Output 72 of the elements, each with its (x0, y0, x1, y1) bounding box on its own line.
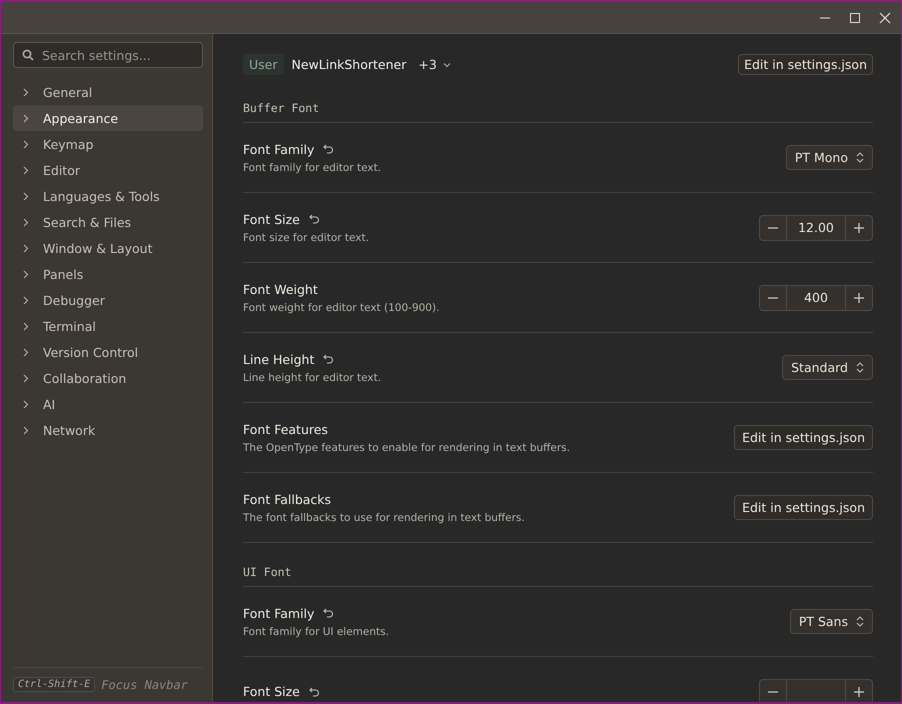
more-dropdown[interactable]: +3 (418, 57, 451, 72)
nav-item[interactable]: Version Control (13, 339, 203, 365)
chevron-right-icon (23, 426, 29, 434)
up-down-icon (856, 362, 864, 373)
maximize-icon[interactable] (849, 12, 861, 24)
chevron-right-icon (23, 374, 29, 382)
edit-json-button[interactable]: Edit in settings.json (734, 495, 873, 520)
nav-item[interactable]: Collaboration (13, 365, 203, 391)
setting-title: Line Height (243, 352, 314, 366)
edit-json-button[interactable]: Edit in settings.json (734, 425, 873, 450)
nav-item[interactable]: Languages & Tools (13, 183, 203, 209)
nav-item[interactable]: Terminal (13, 313, 203, 339)
edit-json-button[interactable]: Edit in settings.json (738, 54, 873, 75)
up-down-icon (856, 616, 864, 627)
up-down-icon (856, 152, 864, 163)
reset-icon[interactable] (308, 686, 320, 696)
setting-description: Font size for editor text. (243, 232, 370, 244)
chevron-right-icon (23, 166, 29, 174)
setting-title: Font Family (243, 142, 314, 156)
chevron-right-icon (23, 114, 29, 122)
setting-title: Font Fallbacks (243, 492, 332, 506)
setting-title: Font Size (243, 212, 300, 226)
chevron-right-icon (23, 348, 29, 356)
nav-item[interactable]: Appearance (13, 105, 203, 131)
project-tab[interactable]: NewLinkShortener (292, 57, 406, 72)
chevron-right-icon (23, 322, 29, 330)
nav-item[interactable]: Window & Layout (13, 235, 203, 261)
setting-title: Font Features (243, 422, 328, 436)
setting-description: Line height for editor text. (243, 372, 382, 384)
setting-description: The OpenType features to enable for rendering in text buffers. (243, 442, 571, 454)
section-heading: Buffer Font (243, 101, 873, 123)
setting-title: Font Weight (243, 282, 318, 296)
nav-item[interactable]: AI (13, 391, 203, 417)
nav-item[interactable]: Search & Files (13, 209, 203, 235)
keyboard-shortcut: Ctrl-Shift-E (13, 677, 96, 692)
chevron-right-icon (23, 400, 29, 408)
setting-title: Font Size (243, 684, 300, 699)
setting-description: The font fallbacks to use for rendering in text buffers. (243, 512, 526, 524)
reset-icon[interactable] (323, 608, 334, 618)
nav-item[interactable]: Editor (13, 157, 203, 183)
nav-item[interactable]: Debugger (13, 287, 203, 313)
setting-title: Font Family (243, 606, 314, 620)
scope-tab[interactable]: User (243, 54, 284, 75)
number-field[interactable] (786, 680, 846, 702)
dropdown[interactable]: PT Mono (786, 145, 873, 170)
shortcut-label: Focus Navbar (101, 678, 188, 692)
chevron-right-icon (23, 270, 29, 278)
chevron-down-icon (442, 62, 451, 68)
reset-icon[interactable] (323, 144, 334, 154)
nav-item[interactable]: Network (13, 417, 203, 443)
dropdown[interactable]: PT Sans (790, 609, 873, 634)
section-heading: UI Font (243, 565, 873, 587)
chevron-right-icon (23, 296, 29, 304)
reset-icon[interactable] (323, 354, 334, 364)
nav-item[interactable]: Keymap (13, 131, 203, 157)
search-icon (22, 49, 34, 61)
setting-description: Font weight for editor text (100-900). (243, 302, 440, 314)
setting-description: Font family for UI elements. (243, 626, 390, 638)
reset-icon[interactable] (308, 214, 320, 224)
dropdown[interactable]: Standard (782, 355, 873, 380)
nav-item[interactable]: Panels (13, 261, 203, 287)
chevron-right-icon (23, 244, 29, 252)
nav-item[interactable]: General (13, 79, 203, 105)
chevron-right-icon (23, 192, 29, 200)
search-field[interactable]: Search settings... (13, 42, 203, 68)
chevron-right-icon (23, 140, 29, 148)
setting-description: Font family for editor text. (243, 162, 382, 174)
chevron-right-icon (23, 88, 29, 96)
number-field[interactable]: 400 (786, 286, 846, 310)
chevron-right-icon (23, 218, 29, 226)
number-field[interactable]: 12.00 (786, 216, 846, 240)
close-icon[interactable] (879, 12, 891, 24)
